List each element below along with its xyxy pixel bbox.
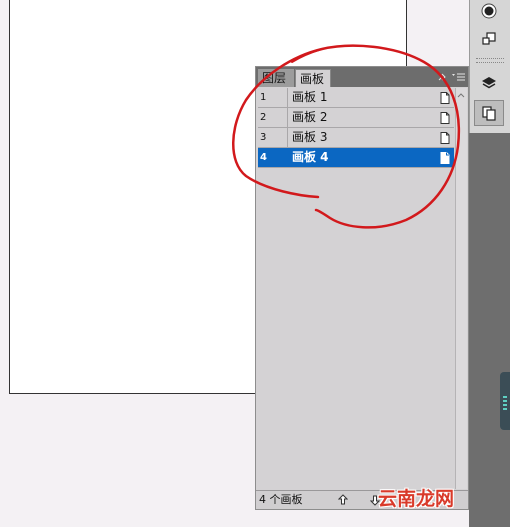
artboard-row-2[interactable]: 2 画板 2 [258, 108, 454, 128]
tab-artboards[interactable]: 画板 [295, 69, 331, 87]
artboard-list: 1 画板 1 2 画板 2 3 画板 3 4 画板 4 [258, 88, 454, 168]
panel-header: 图层 画板 [256, 67, 468, 87]
document-icon [440, 131, 450, 144]
layers-icon [482, 77, 496, 89]
document-icon [440, 91, 450, 104]
scroll-up-arrow-icon[interactable] [456, 91, 466, 99]
panel-menu-icon[interactable] [452, 72, 466, 82]
appearance-dock-button[interactable] [474, 0, 504, 24]
artboard-options-icon[interactable] [436, 148, 454, 167]
dock-divider [476, 62, 504, 63]
artboards-panel: 图层 画板 1 画板 1 2 画板 2 3 画板 3 4 画板 4 4 个画板 [255, 66, 469, 510]
grip-mark [503, 404, 507, 406]
artboard-number: 3 [258, 128, 288, 147]
artboard-name[interactable]: 画板 4 [288, 148, 436, 167]
artboards-dock-button[interactable] [474, 100, 504, 126]
artboard-row-4[interactable]: 4 画板 4 [258, 148, 454, 168]
tab-layers[interactable]: 图层 [258, 69, 294, 87]
artboard-number: 4 [258, 148, 288, 167]
grip-mark [503, 408, 507, 410]
dock-divider [476, 58, 504, 59]
artboards-icon [482, 106, 496, 121]
artboard-options-icon[interactable] [436, 128, 454, 147]
artboard-number: 1 [258, 88, 288, 107]
panel-header-controls [438, 70, 466, 84]
document-icon [440, 111, 450, 124]
transform-dock-button[interactable] [474, 26, 504, 52]
document-icon [440, 151, 450, 164]
artboard-number: 2 [258, 108, 288, 127]
dock-icons-area [469, 0, 510, 133]
artboard-row-3[interactable]: 3 画板 3 [258, 128, 454, 148]
artboard-row-1[interactable]: 1 画板 1 [258, 88, 454, 108]
circle-icon [481, 3, 497, 19]
grip-mark [503, 400, 507, 402]
grip-mark [503, 396, 507, 398]
watermark-logo-text: 云南龙网 [378, 488, 455, 510]
artboard-name[interactable]: 画板 1 [288, 88, 436, 107]
artboard-count: 4 个画板 [259, 493, 303, 506]
artboard-name[interactable]: 画板 2 [288, 108, 436, 127]
move-up-button[interactable] [336, 493, 350, 507]
dock-scroll-handle[interactable] [500, 372, 510, 430]
collapse-arrows-icon[interactable] [438, 73, 446, 81]
artboard-options-icon[interactable] [436, 108, 454, 127]
layers-dock-button[interactable] [474, 70, 504, 96]
panel-dock [469, 0, 510, 527]
artboard-options-icon[interactable] [436, 88, 454, 107]
artboard-name[interactable]: 画板 3 [288, 128, 436, 147]
arrow-up-icon [338, 494, 348, 505]
transform-icon [482, 32, 496, 45]
list-scrollbar[interactable] [455, 88, 467, 489]
